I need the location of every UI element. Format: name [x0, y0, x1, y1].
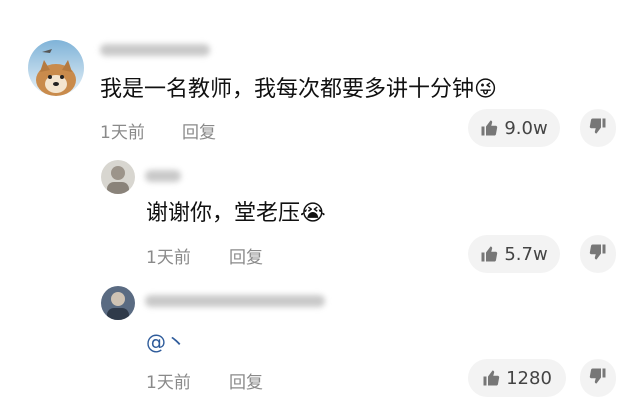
thumbs-up-icon	[480, 119, 498, 137]
wink-emoji-icon: 😜	[474, 77, 497, 102]
thumbs-down-icon	[589, 243, 607, 265]
like-count: 1280	[506, 367, 552, 389]
like-button[interactable]: 1280	[468, 359, 566, 397]
profile-avatar-icon	[107, 166, 129, 194]
thumbs-down-icon	[589, 117, 607, 139]
reply-button[interactable]: 回复	[229, 368, 263, 393]
dog-avatar-icon	[36, 49, 76, 96]
like-button[interactable]: 5.7w	[468, 235, 560, 273]
username[interactable]	[145, 170, 181, 182]
comment-time: 1天前	[146, 373, 191, 393]
thumbs-up-icon	[482, 369, 500, 387]
thumbs-up-icon	[480, 245, 498, 263]
comment-time: 1天前	[146, 248, 191, 268]
dislike-button[interactable]	[580, 359, 616, 397]
mention-link[interactable]: @丶	[146, 326, 186, 355]
crying-emoji-icon: 😭	[300, 201, 326, 226]
comment-text-content: 谢谢你，堂老压	[146, 201, 301, 226]
avatar[interactable]	[101, 160, 135, 194]
comment-text-content: 我是一名教师，我每次都要多讲十分钟	[100, 77, 475, 102]
comment-time: 1天前	[100, 123, 145, 143]
like-count: 9.0w	[504, 117, 548, 139]
dislike-button[interactable]	[580, 109, 616, 147]
comment-text: 我是一名教师，我每次都要多讲十分钟😜	[100, 76, 497, 104]
like-button[interactable]: 9.0w	[468, 109, 560, 147]
reply-button[interactable]: 回复	[229, 243, 263, 268]
thumbs-down-icon	[589, 367, 607, 389]
avatar[interactable]	[101, 286, 135, 320]
like-count: 5.7w	[504, 243, 548, 265]
avatar[interactable]	[28, 40, 84, 96]
comment-text: 谢谢你，堂老压😭	[146, 200, 326, 228]
reply-button[interactable]: 回复	[182, 118, 216, 143]
username[interactable]	[100, 44, 210, 56]
username[interactable]	[145, 295, 325, 307]
dislike-button[interactable]	[580, 235, 616, 273]
profile-avatar-icon	[107, 292, 129, 320]
